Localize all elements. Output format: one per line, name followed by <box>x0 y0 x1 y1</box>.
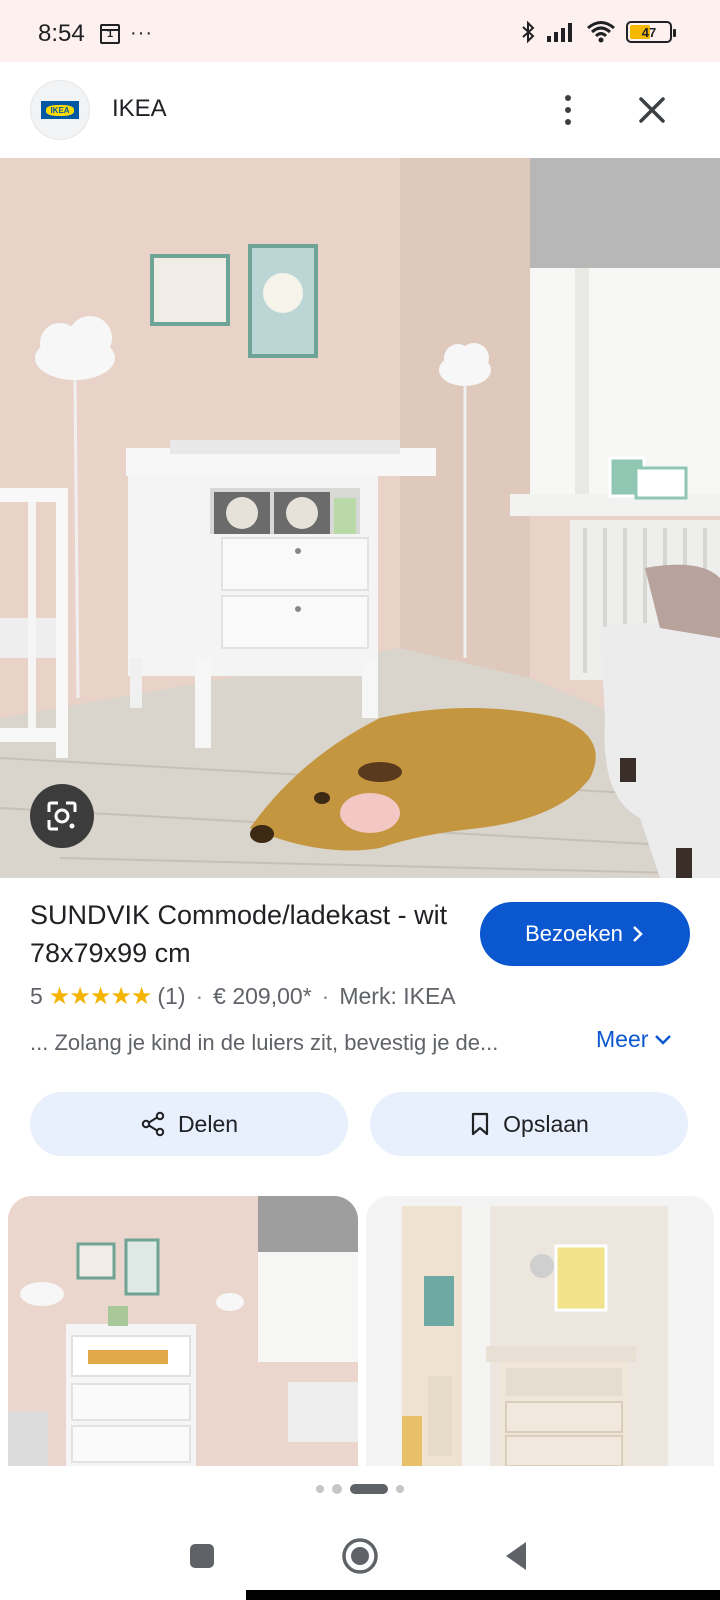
status-left-icons: 1 ··· <box>100 22 153 45</box>
visit-label: Bezoeken <box>525 921 623 946</box>
carousel-dot <box>332 1484 342 1494</box>
carousel-indicator <box>0 1484 720 1494</box>
separator: · <box>321 983 330 1009</box>
calendar-icon: 1 <box>100 23 120 44</box>
rating-value: 5 <box>30 983 43 1009</box>
site-logo[interactable]: IKEA <box>30 80 90 140</box>
more-button[interactable]: Meer <box>596 1026 672 1053</box>
separator: · <box>195 983 204 1009</box>
review-count: (1) <box>157 983 186 1009</box>
visit-button[interactable]: Bezoeken <box>480 902 690 966</box>
battery-level: 47 <box>641 24 657 40</box>
carousel-dot-active <box>350 1484 388 1494</box>
carousel-dot <box>396 1485 404 1493</box>
status-bar: 8:54 1 ··· 47 <box>0 0 720 62</box>
signal-icon <box>547 23 572 42</box>
gesture-bar <box>246 1590 720 1600</box>
rating-stars-icon: ★★★★★ <box>48 983 153 1010</box>
lens-glyph-icon <box>47 801 77 831</box>
site-name[interactable]: IKEA <box>112 95 167 123</box>
more-vert-icon[interactable] <box>548 90 588 130</box>
system-nav-bar <box>0 1520 720 1600</box>
related-dresser-illustration <box>366 1196 714 1466</box>
save-button[interactable]: Opslaan <box>370 1092 688 1156</box>
share-icon <box>141 1111 165 1137</box>
related-nursery-illustration <box>8 1196 358 1466</box>
related-image[interactable] <box>366 1196 714 1466</box>
nursery-illustration <box>0 158 720 878</box>
chevron-down-icon <box>655 1034 672 1045</box>
ikea-logo-icon: IKEA <box>41 101 79 119</box>
related-image[interactable] <box>8 1196 358 1466</box>
more-label: Meer <box>596 1026 649 1052</box>
status-time: 8:54 <box>38 20 85 47</box>
google-lens-icon[interactable] <box>30 784 94 848</box>
price: € 209,00* <box>213 983 312 1009</box>
battery-indicator: 47 <box>626 21 676 43</box>
product-snippet: ... Zolang je kind in de luiers zit, bev… <box>30 1030 499 1055</box>
ikea-logo-text: IKEA <box>46 104 74 116</box>
bookmark-icon <box>472 1112 489 1136</box>
close-icon[interactable] <box>632 90 672 130</box>
brand: Merk: IKEA <box>339 983 456 1009</box>
save-label: Opslaan <box>503 1110 589 1137</box>
home-icon[interactable] <box>340 1536 380 1576</box>
back-icon[interactable] <box>502 1540 530 1572</box>
wifi-icon <box>587 21 615 43</box>
share-button[interactable]: Delen <box>30 1092 348 1156</box>
header: IKEA IKEA <box>0 62 720 158</box>
share-label: Delen <box>177 1110 239 1137</box>
product-title[interactable]: SUNDVIK Commode/ladekast - wit 78x79x99 … <box>30 896 460 972</box>
status-right-icons: 47 <box>520 20 676 44</box>
bluetooth-icon <box>522 20 535 44</box>
chevron-right-icon <box>633 926 643 942</box>
product-image[interactable] <box>0 158 720 878</box>
product-meta: 5 ★★★★★ (1) · € 209,00* · Merk: IKEA <box>30 982 456 1011</box>
carousel-dot <box>316 1485 324 1493</box>
more-notifications-icon: ··· <box>130 22 153 44</box>
recents-icon[interactable] <box>188 1542 216 1570</box>
